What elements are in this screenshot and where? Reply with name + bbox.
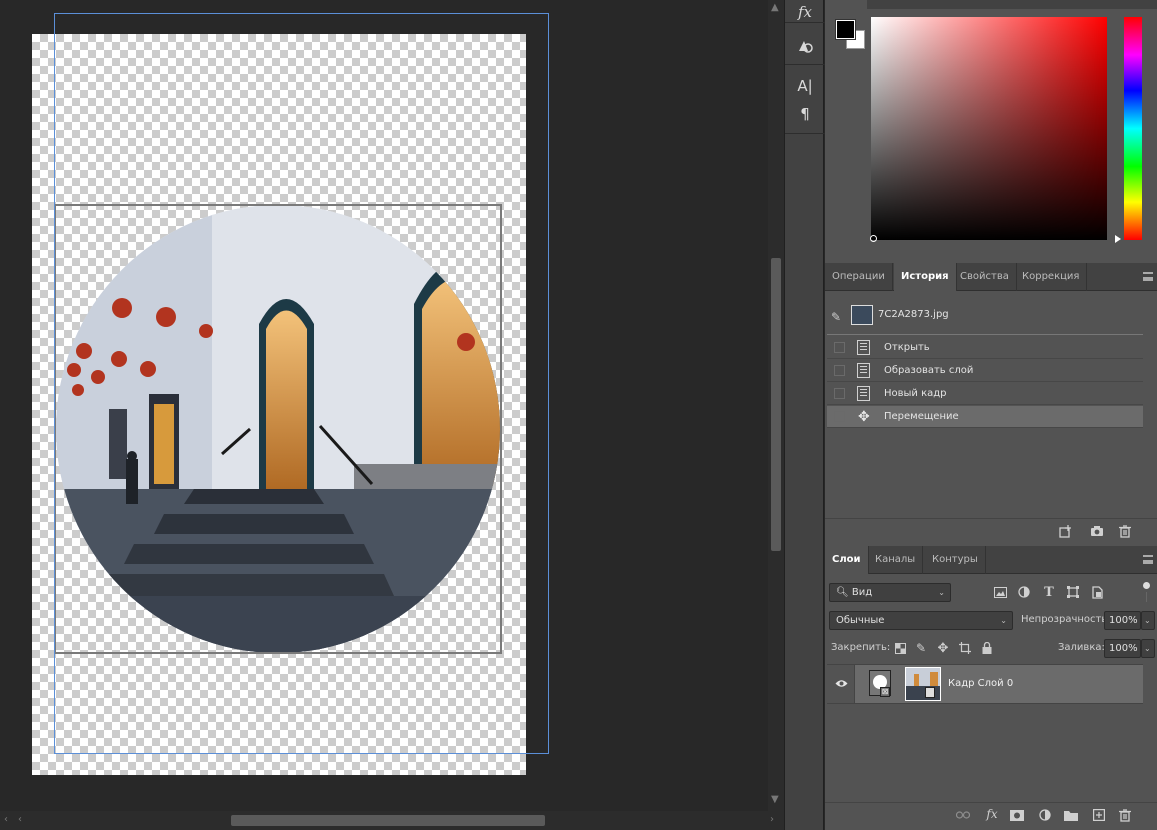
lock-position-icon[interactable]: ✥ [935,640,951,656]
fill-label: Заливка: [1058,642,1105,653]
layers-panel-tabbar: Слои Каналы Контуры [825,546,1157,574]
vertical-scrollbar[interactable]: ▲ ▼ [768,0,784,811]
add-mask-icon[interactable] [1009,807,1025,823]
color-panel [825,0,1157,262]
history-panel-menu-icon[interactable] [1143,272,1153,281]
tab-properties[interactable]: Свойства [953,263,1017,291]
filter-type-layers-icon[interactable]: T [1041,584,1057,600]
eye-icon[interactable] [835,679,848,688]
frame-badge-icon: ⊠ [880,687,890,697]
character-panel-icon[interactable]: A| [791,74,819,98]
document-icon [857,340,870,355]
fill-dropdown-chevron-icon[interactable]: ⌄ [1141,639,1155,658]
filter-smart-objects-icon[interactable] [1089,584,1105,600]
lock-label: Закрепить: [831,642,891,653]
document-icon [857,363,870,378]
snapshot-label[interactable]: 7C2A2873.jpg [878,309,949,320]
paragraph-panel-icon[interactable]: ¶ [791,102,819,126]
history-item-label: Образовать слой [884,365,974,376]
scroll-up-icon[interactable]: ▲ [771,2,779,13]
tab-history[interactable]: История [894,263,957,291]
history-checkbox[interactable] [834,411,845,422]
history-item-label: Новый кадр [884,388,947,399]
chevron-down-icon: ⌄ [1000,616,1007,625]
hue-slider-handle[interactable] [1115,235,1121,243]
filter-shape-layers-icon[interactable] [1065,584,1081,600]
lock-all-icon[interactable] [979,640,995,656]
new-layer-icon[interactable] [1091,807,1107,823]
history-item[interactable]: Образовать слой [827,360,1143,382]
move-icon: ✥ [858,409,870,425]
fx-styles-icon[interactable]: fx [791,0,819,24]
hue-slider[interactable] [1124,17,1142,240]
history-item-selected[interactable]: ✥ Перемещение [827,406,1143,428]
history-item[interactable]: Новый кадр [827,383,1143,405]
panel-icon-dock: fx A| ¶ [784,0,825,830]
horizontal-scrollbar[interactable]: ‹ ‹ › [0,811,784,830]
chevron-down-icon: ⌄ [938,588,945,597]
filter-toggle-switch[interactable] [1143,582,1150,589]
history-panel-tabbar: Операции История Свойства Коррекция [825,263,1157,291]
opacity-dropdown-chevron-icon[interactable]: ⌄ [1141,611,1155,630]
tab-operations[interactable]: Операции [825,263,893,291]
blend-mode-value: Обычные [836,615,885,626]
fill-input[interactable]: 100% [1104,639,1141,658]
blend-mode-dropdown[interactable]: Обычные ⌄ [829,611,1013,630]
layer-filter-dropdown[interactable]: 🔍︎ Вид ⌄ [829,583,951,602]
color-panel-header [867,0,1157,9]
document-icon [857,386,870,401]
filter-adjustment-layers-icon[interactable] [1016,584,1032,600]
history-checkbox[interactable] [834,388,845,399]
layer-photo-thumbnail[interactable] [905,667,941,701]
filter-pixel-layers-icon[interactable] [992,584,1008,600]
scroll-right-icon[interactable]: › [770,814,774,825]
lock-image-pixels-icon[interactable]: ✎ [913,640,929,656]
tab-paths[interactable]: Контуры [925,546,986,574]
tab-channels[interactable]: Каналы [868,546,924,574]
history-brush-icon[interactable]: ✎ [831,310,845,324]
artboard-guide-outline [54,13,549,754]
folder-icon[interactable] [1063,807,1079,823]
layer-row[interactable]: ⊠ Кадр Слой 0 [827,664,1143,704]
vertical-scroll-thumb[interactable] [771,258,781,551]
scroll-left-icon[interactable]: ‹ [18,814,22,825]
history-item[interactable]: Открыть [827,337,1143,359]
adjustment-layer-icon[interactable] [1037,807,1053,823]
opacity-label: Непрозрачность: [1021,614,1111,625]
layer-filter-label: Вид [851,587,873,598]
fx-layer-style-icon[interactable]: fx [984,806,1000,822]
trash-icon[interactable] [1117,523,1133,539]
history-checkbox[interactable] [834,365,845,376]
trash-icon[interactable] [1117,807,1133,823]
color-picker-cursor[interactable] [870,235,877,242]
lock-artboard-icon[interactable] [957,640,973,656]
scroll-left-icon[interactable]: ‹ [4,814,8,825]
layers-panel-menu-icon[interactable] [1143,555,1153,564]
smart-object-badge-icon [925,687,935,698]
color-saturation-field[interactable] [871,17,1107,240]
lock-transparent-pixels-icon[interactable] [892,640,908,656]
opacity-input[interactable]: 100% [1104,611,1141,630]
snapshot-thumbnail[interactable] [851,305,873,325]
history-item-label: Открыть [884,342,930,353]
search-icon: 🔍︎ [836,587,849,598]
scroll-down-icon[interactable]: ▼ [771,794,779,805]
tab-layers[interactable]: Слои [825,546,869,574]
history-checkbox[interactable] [834,342,845,353]
right-panels: Операции История Свойства Коррекция ✎ 7C… [825,0,1157,830]
new-document-from-state-icon[interactable] [1057,523,1073,539]
foreground-color-swatch[interactable] [835,19,856,40]
layer-name[interactable]: Кадр Слой 0 [948,665,1013,703]
camera-snapshot-icon[interactable] [1089,523,1105,539]
link-layers-icon[interactable] [955,807,971,823]
shapes-tool-icon[interactable] [791,34,819,58]
history-item-label: Перемещение [884,411,959,422]
tab-adjustments[interactable]: Коррекция [1015,263,1088,291]
canvas-workspace[interactable] [0,0,768,811]
horizontal-scroll-thumb[interactable] [231,815,545,826]
